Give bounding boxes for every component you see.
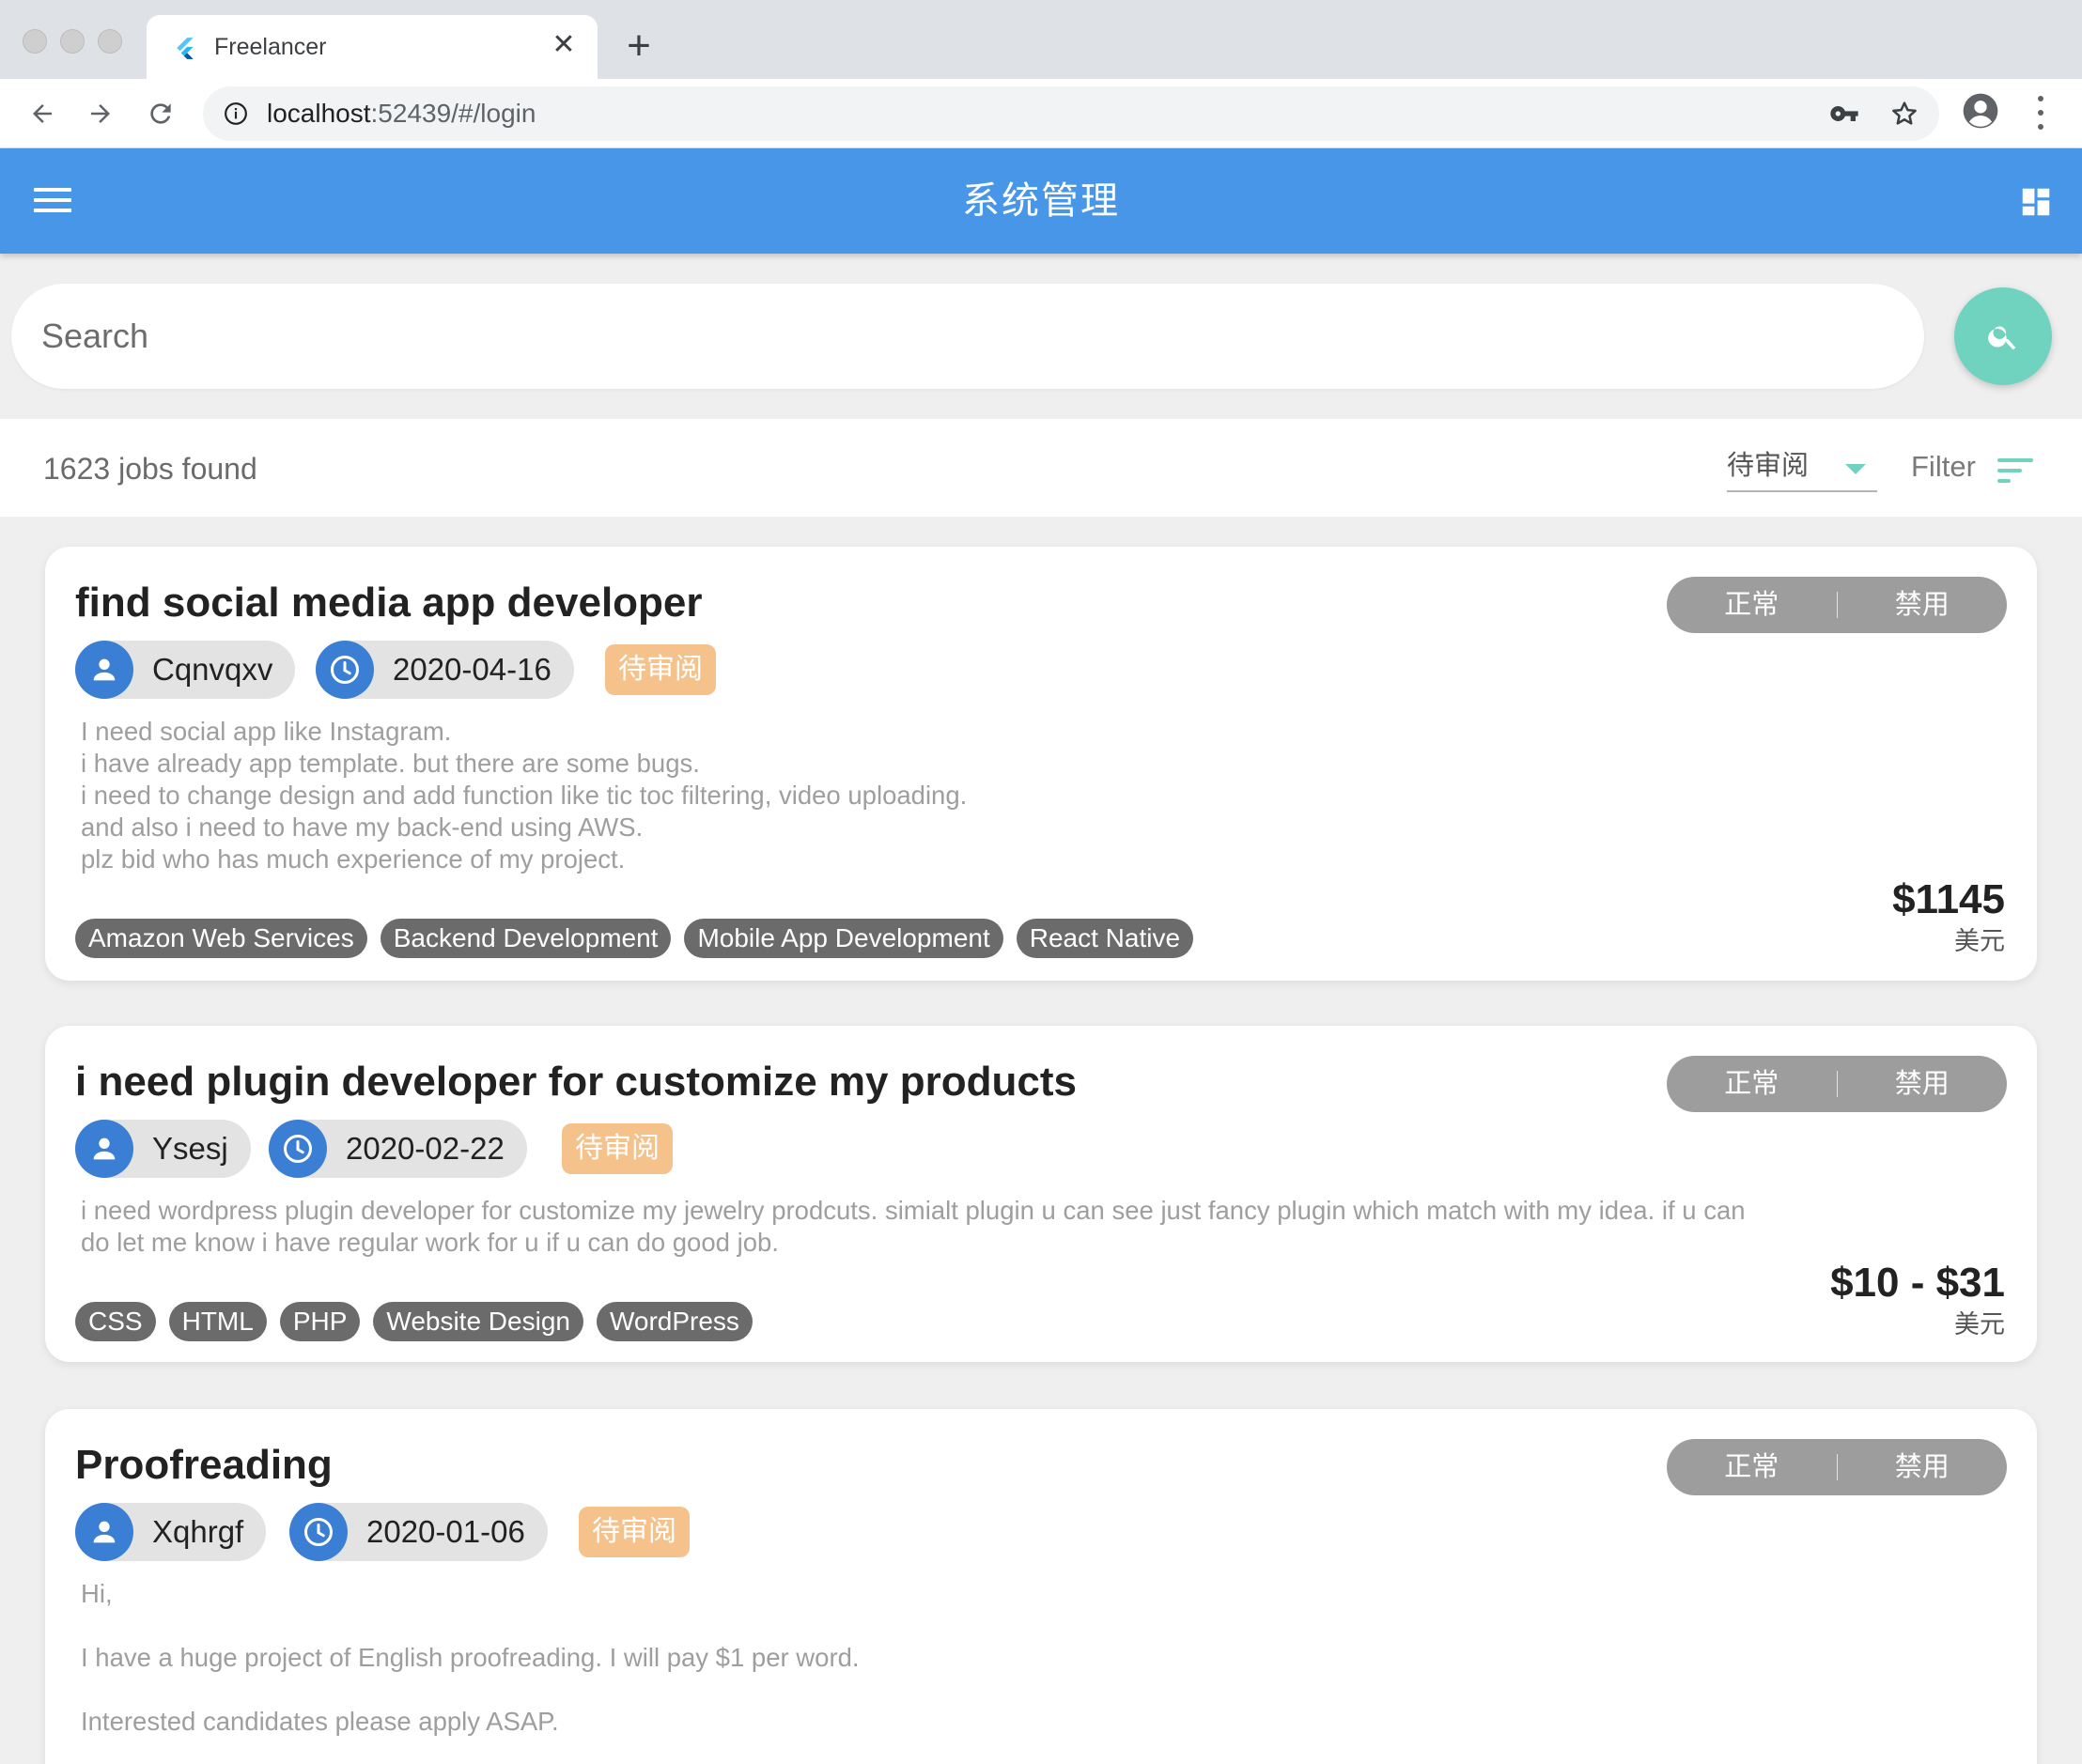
status-badge: 待审阅 bbox=[605, 644, 716, 695]
tab-title: Freelancer bbox=[214, 34, 327, 60]
status-dropdown[interactable]: 待审阅 bbox=[1727, 443, 1877, 492]
status-dropdown-value: 待审阅 bbox=[1727, 451, 1810, 481]
person-icon bbox=[75, 1120, 133, 1178]
browser-toolbar: localhost:52439/#/login bbox=[0, 79, 2082, 148]
window-minimize-dot[interactable] bbox=[60, 29, 85, 54]
tab-close-icon[interactable]: ✕ bbox=[547, 28, 581, 62]
search-bar bbox=[11, 284, 1924, 389]
skill-tag[interactable]: Website Design bbox=[373, 1302, 583, 1341]
skill-tag[interactable]: React Native bbox=[1016, 919, 1194, 958]
status-toggle[interactable]: 正常 禁用 bbox=[1667, 1439, 2007, 1495]
job-description-line: i have already app template. but there a… bbox=[81, 749, 700, 778]
skill-tag[interactable]: Amazon Web Services bbox=[75, 919, 367, 958]
search-button[interactable] bbox=[1954, 287, 2052, 385]
results-bar: 1623 jobs found 待审阅 Filter bbox=[0, 419, 2082, 517]
price-currency: 美元 bbox=[1954, 927, 2005, 955]
address-bar[interactable]: localhost:52439/#/login bbox=[203, 86, 1939, 141]
window-close-dot[interactable] bbox=[23, 29, 47, 54]
person-icon bbox=[75, 641, 133, 699]
skill-tags: Amazon Web Services Backend Development … bbox=[75, 919, 1194, 958]
job-description-line: Interested candidates please apply ASAP. bbox=[81, 1707, 559, 1736]
results-count: 1623 jobs found bbox=[43, 452, 257, 486]
forward-arrow-icon[interactable] bbox=[77, 90, 124, 137]
skill-tag[interactable]: HTML bbox=[168, 1302, 267, 1341]
page-title: 系统管理 bbox=[962, 180, 1120, 222]
user-chip[interactable]: Cqnvqxv bbox=[75, 641, 296, 699]
skill-tag[interactable]: Mobile App Development bbox=[684, 919, 1003, 958]
clock-icon bbox=[269, 1120, 327, 1178]
clock-icon bbox=[289, 1503, 348, 1561]
posted-date: 2020-01-06 bbox=[366, 1514, 525, 1549]
skill-tag[interactable]: CSS bbox=[75, 1302, 156, 1341]
job-price: $10 - $31 bbox=[1830, 1260, 2005, 1306]
key-icon[interactable] bbox=[1828, 98, 1860, 130]
skill-tags: CSS HTML PHP Website Design WordPress bbox=[75, 1302, 753, 1341]
flutter-favicon-icon bbox=[177, 38, 194, 59]
user-name: Cqnvqxv bbox=[152, 652, 273, 687]
status-badge: 待审阅 bbox=[579, 1507, 690, 1557]
price-currency: 美元 bbox=[1954, 1310, 2005, 1338]
job-description-line: do let me know i have regular work for u… bbox=[81, 1228, 779, 1257]
url-host: localhost bbox=[267, 99, 371, 128]
browser-tab-strip: Freelancer ✕ + bbox=[0, 0, 2082, 79]
bookmark-star-icon[interactable] bbox=[1888, 98, 1920, 130]
person-icon bbox=[75, 1503, 133, 1561]
user-chip[interactable]: Xqhrgf bbox=[75, 1503, 267, 1561]
job-description-line: I need social app like Instagram. bbox=[81, 717, 452, 746]
job-description-line: I have a huge project of English proofre… bbox=[81, 1643, 860, 1672]
toggle-normal-option[interactable]: 正常 bbox=[1667, 1450, 1837, 1484]
job-description-line: Hi, bbox=[81, 1579, 113, 1608]
site-info-icon[interactable] bbox=[224, 101, 248, 126]
job-description-line: and also i need to have my back-end usin… bbox=[81, 812, 644, 842]
job-card[interactable]: i need plugin developer for customize my… bbox=[45, 1026, 2037, 1362]
skill-tag[interactable]: Backend Development bbox=[380, 919, 672, 958]
job-title[interactable]: Proofreading bbox=[75, 1439, 333, 1492]
url-path: :52439/#/login bbox=[370, 99, 536, 128]
skill-tag[interactable]: WordPress bbox=[596, 1302, 753, 1341]
job-price: $1145 bbox=[1892, 876, 2005, 922]
search-input[interactable] bbox=[41, 312, 1883, 361]
dashboard-icon[interactable] bbox=[2018, 184, 2054, 220]
browser-menu-icon[interactable] bbox=[2031, 92, 2050, 133]
toggle-normal-option[interactable]: 正常 bbox=[1667, 1067, 1837, 1101]
job-description-line: i need wordpress plugin developer for cu… bbox=[81, 1196, 1746, 1225]
toggle-normal-option[interactable]: 正常 bbox=[1667, 588, 1837, 622]
clock-icon bbox=[316, 641, 374, 699]
job-title[interactable]: i need plugin developer for customize my… bbox=[75, 1056, 1077, 1108]
filter-button[interactable]: Filter bbox=[1911, 449, 1976, 485]
job-card[interactable]: find social media app developer 正常 禁用 Cq… bbox=[45, 547, 2037, 981]
date-chip: 2020-04-16 bbox=[316, 641, 574, 699]
toggle-disable-option[interactable]: 禁用 bbox=[1838, 1450, 2008, 1484]
status-badge: 待审阅 bbox=[562, 1123, 673, 1174]
user-chip[interactable]: Ysesj bbox=[75, 1120, 251, 1178]
browser-tab[interactable]: Freelancer ✕ bbox=[147, 15, 598, 79]
app-bar: 系统管理 bbox=[0, 148, 2082, 254]
filter-icon[interactable] bbox=[1997, 458, 2033, 483]
search-icon bbox=[1988, 326, 2016, 350]
job-description-line: i need to change design and add function… bbox=[81, 781, 968, 810]
back-arrow-icon[interactable] bbox=[19, 90, 66, 137]
url-text[interactable]: localhost:52439/#/login bbox=[267, 99, 536, 129]
profile-icon[interactable] bbox=[1962, 92, 1999, 130]
date-chip: 2020-01-06 bbox=[289, 1503, 548, 1561]
posted-date: 2020-02-22 bbox=[346, 1131, 505, 1166]
new-tab-icon[interactable]: + bbox=[620, 23, 658, 70]
job-title[interactable]: find social media app developer bbox=[75, 577, 703, 629]
toggle-disable-option[interactable]: 禁用 bbox=[1838, 1067, 2008, 1101]
user-name: Ysesj bbox=[152, 1131, 228, 1166]
window-zoom-dot[interactable] bbox=[98, 29, 122, 54]
date-chip: 2020-02-22 bbox=[269, 1120, 527, 1178]
job-card[interactable]: Proofreading 正常 禁用 Xqhrgf 2020-01-06 待审阅… bbox=[45, 1409, 2037, 1764]
skill-tag[interactable]: PHP bbox=[279, 1302, 361, 1341]
user-name: Xqhrgf bbox=[152, 1514, 244, 1549]
posted-date: 2020-04-16 bbox=[393, 652, 552, 687]
status-toggle[interactable]: 正常 禁用 bbox=[1667, 1056, 2007, 1112]
chevron-down-icon bbox=[1845, 464, 1866, 474]
status-toggle[interactable]: 正常 禁用 bbox=[1667, 577, 2007, 633]
reload-icon[interactable] bbox=[137, 90, 184, 137]
toggle-disable-option[interactable]: 禁用 bbox=[1838, 588, 2008, 622]
job-description-line: plz bid who has much experience of my pr… bbox=[81, 844, 626, 874]
